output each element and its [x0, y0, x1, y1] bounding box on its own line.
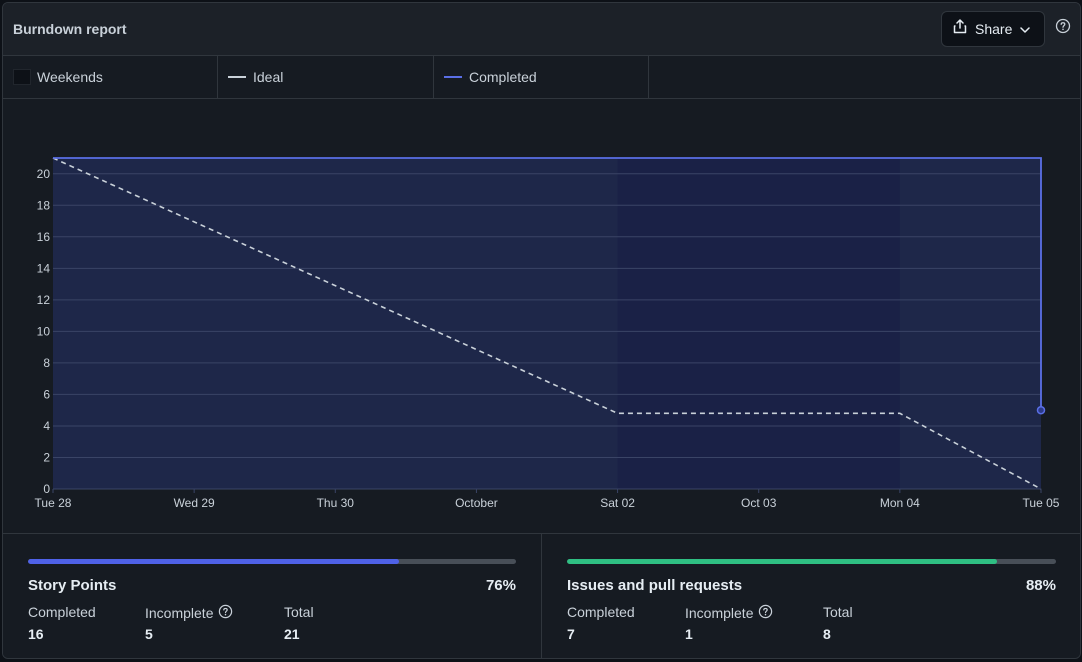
burndown-chart-svg: 0 2 4 6 8 10 12 14 16 18 20 Tue 28 Wed 29 Thu 30 Octob…	[35, 157, 1060, 510]
share-label: Share	[975, 21, 1013, 37]
completed-value: 16	[28, 626, 44, 642]
completed-swatch	[444, 76, 462, 78]
incomplete-label: Incomplete	[145, 605, 214, 621]
legend-label: Weekends	[37, 69, 103, 85]
x-tick-label: Sat 02	[600, 496, 635, 510]
panel-percent: 88%	[1025, 577, 1056, 594]
burndown-chart: 0 2 4 6 8 10 12 14 16 18 20 Tue 28 Wed 29 Thu 30 Octob…	[3, 99, 1080, 534]
total-value: 8	[823, 626, 831, 642]
incomplete-label-group: Incomplete	[145, 604, 233, 622]
x-tick-label: Tue 05	[1023, 496, 1060, 510]
share-icon	[953, 19, 967, 39]
share-button[interactable]: Share	[941, 11, 1045, 47]
legend-item-weekends[interactable]: Weekends	[3, 56, 218, 98]
y-tick-label: 0	[43, 482, 50, 496]
y-tick-label: 18	[37, 198, 51, 212]
y-tick-label: 20	[37, 167, 51, 181]
story-points-panel: Story Points 76% Completed 16 Incomplete…	[3, 534, 541, 658]
y-tick-label: 10	[37, 324, 51, 338]
burndown-report-card: Burndown report Share Weekends Ideal Com…	[2, 2, 1081, 659]
help-icon[interactable]	[1055, 18, 1071, 34]
completed-point-marker	[1036, 405, 1046, 415]
question-icon[interactable]	[218, 604, 233, 622]
total-label: Total	[284, 604, 314, 620]
panel-percent: 76%	[485, 577, 516, 594]
stats-section: Story Points 76% Completed 16 Incomplete…	[3, 533, 1080, 658]
y-tick-label: 6	[43, 387, 50, 401]
weekend-band	[617, 158, 900, 489]
y-tick-label: 4	[43, 419, 50, 433]
legend-label: Completed	[469, 69, 537, 85]
x-tick-label: Tue 28	[35, 496, 72, 510]
incomplete-label-group: Incomplete	[685, 604, 773, 622]
panel-title: Issues and pull requests	[567, 577, 743, 594]
completed-value: 7	[567, 626, 575, 642]
x-tick-label: Oct 03	[741, 496, 777, 510]
panel-title: Story Points	[28, 577, 117, 594]
x-tick-label: Mon 04	[880, 496, 920, 510]
incomplete-value: 5	[145, 626, 153, 642]
issues-panel: Issues and pull requests 88% Completed 7…	[542, 534, 1080, 658]
story-points-progress-bar	[28, 559, 516, 564]
y-tick-label: 12	[37, 293, 51, 307]
y-tick-label: 8	[43, 356, 50, 370]
total-label: Total	[823, 604, 853, 620]
question-icon[interactable]	[758, 604, 773, 622]
weekends-swatch	[13, 69, 31, 85]
legend-item-ideal[interactable]: Ideal	[218, 56, 434, 98]
page-title: Burndown report	[13, 21, 127, 37]
y-tick-label: 16	[37, 230, 51, 244]
completed-label: Completed	[567, 604, 635, 620]
ideal-swatch	[228, 76, 246, 78]
issues-progress-bar	[567, 559, 1056, 564]
report-header: Burndown report Share	[3, 3, 1080, 56]
chevron-down-icon	[1020, 20, 1031, 38]
y-tick-label: 14	[37, 261, 51, 275]
x-tick-label: Wed 29	[174, 496, 215, 510]
issues-progress-fill	[567, 559, 998, 564]
story-points-progress-fill	[28, 559, 399, 564]
incomplete-value: 1	[685, 626, 693, 642]
completed-label: Completed	[28, 604, 96, 620]
y-tick-label: 2	[43, 450, 50, 464]
incomplete-label: Incomplete	[685, 605, 754, 621]
chart-legend: Weekends Ideal Completed	[3, 56, 1080, 99]
x-tick-label: Thu 30	[317, 496, 355, 510]
x-tick-label: October	[455, 496, 498, 510]
legend-item-completed[interactable]: Completed	[434, 56, 649, 98]
legend-label: Ideal	[253, 69, 284, 85]
total-value: 21	[284, 626, 300, 642]
